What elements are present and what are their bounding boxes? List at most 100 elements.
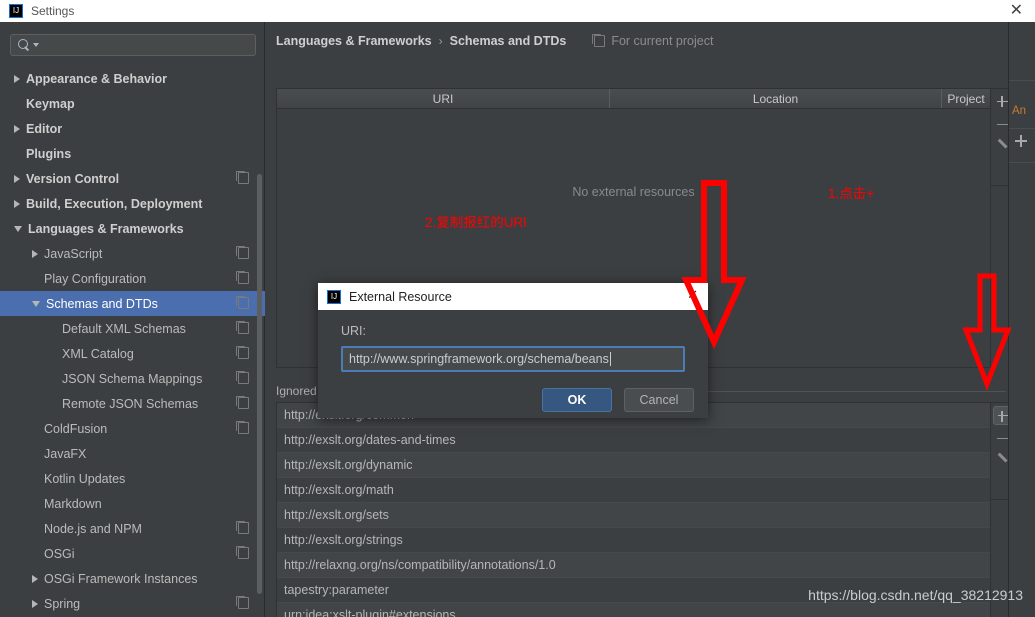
sidebar-item-label: Appearance & Behavior	[26, 71, 168, 86]
sidebar-item-javascript[interactable]: JavaScript	[0, 241, 265, 266]
uri-label: URI:	[341, 324, 366, 338]
sidebar-item-kotlin-updates[interactable]: Kotlin Updates	[0, 466, 265, 491]
sidebar-item-keymap[interactable]: Keymap	[0, 91, 265, 116]
intellij-idea-icon	[9, 4, 23, 18]
sidebar-item-javafx[interactable]: JavaFX	[0, 441, 265, 466]
chevron-down-icon[interactable]	[14, 225, 22, 232]
table-row[interactable]: http://exslt.org/sets	[277, 503, 990, 528]
text-caret	[609, 352, 611, 366]
sidebar-item-label: JavaFX	[44, 446, 87, 461]
copy-icon	[236, 171, 249, 184]
scope-indicator: For current project	[592, 34, 714, 48]
table-row[interactable]: http://exslt.org/strings	[277, 528, 990, 553]
uri-input[interactable]: http://www.springframework.org/schema/be…	[341, 346, 685, 372]
window-title-bar: Settings ✕	[0, 0, 1035, 22]
dialog-buttons: OK Cancel	[542, 388, 694, 412]
sidebar-item-label: Editor	[26, 121, 63, 136]
column-header-project[interactable]: Project	[942, 89, 990, 108]
sidebar-item-schemas-and-dtds[interactable]: Schemas and DTDs	[0, 291, 265, 316]
sidebar-item-label: Play Configuration	[44, 271, 147, 286]
ignored-uri-cell: tapestry:parameter	[284, 583, 389, 597]
table-row[interactable]: http://relaxng.org/ns/compatibility/anno…	[277, 553, 990, 578]
right-edge-partial-text: An	[1012, 105, 1027, 117]
sidebar-item-label: JavaScript	[44, 246, 103, 261]
sidebar-item-languages-frameworks[interactable]: Languages & Frameworks	[0, 216, 265, 241]
sidebar-item-label: Remote JSON Schemas	[62, 396, 199, 411]
copy-icon	[236, 596, 249, 609]
scope-label: For current project	[611, 34, 714, 48]
breadcrumb-separator-icon: ›	[438, 34, 443, 48]
dialog-close-icon[interactable]: ✕	[687, 287, 698, 303]
column-header-location[interactable]: Location	[610, 89, 942, 108]
sidebar-item-build-execution-deployment[interactable]: Build, Execution, Deployment	[0, 191, 265, 216]
sidebar-item-appearance-behavior[interactable]: Appearance & Behavior	[0, 66, 265, 91]
right-edge-plus-icon[interactable]	[1014, 134, 1028, 148]
chevron-down-icon[interactable]	[33, 43, 39, 47]
ignored-uri-cell: http://exslt.org/strings	[284, 533, 403, 547]
settings-window: Settings ✕ Appearance & Behavior Keymap Ed…	[0, 0, 1035, 617]
sidebar-item-label: Node.js and NPM	[44, 521, 142, 536]
sidebar-item-coldfusion[interactable]: ColdFusion	[0, 416, 265, 441]
ignored-uri-cell: http://exslt.org/sets	[284, 508, 389, 522]
copy-icon	[236, 246, 249, 259]
sidebar-item-spring[interactable]: Spring	[0, 591, 265, 616]
sidebar-item-json-schema-mappings[interactable]: JSON Schema Mappings	[0, 366, 265, 391]
copy-icon	[236, 296, 249, 309]
table-row[interactable]: http://exslt.org/dynamic	[277, 453, 990, 478]
external-resource-dialog: External Resource ✕ URI: http://www.spri…	[318, 283, 708, 418]
sidebar-item-label: OSGi	[44, 546, 75, 561]
annotation-step1: 1.点击+	[828, 186, 875, 201]
chevron-right-icon[interactable]	[32, 249, 38, 258]
copy-icon	[236, 421, 249, 434]
sidebar-item-plugins[interactable]: Plugins	[0, 141, 265, 166]
chevron-right-icon[interactable]	[32, 599, 38, 608]
sidebar-item-osgi[interactable]: OSGi	[0, 541, 265, 566]
sidebar-item-label: Schemas and DTDs	[46, 296, 158, 311]
ok-button[interactable]: OK	[542, 388, 612, 412]
sidebar-item-label: JSON Schema Mappings	[62, 371, 203, 386]
dialog-title: External Resource	[349, 289, 452, 304]
sidebar-item-label: Version Control	[26, 171, 120, 186]
cancel-button[interactable]: Cancel	[624, 388, 694, 412]
chevron-right-icon[interactable]	[14, 174, 20, 183]
dialog-body: URI: http://www.springframework.org/sche…	[318, 310, 708, 418]
sidebar-item-play-configuration[interactable]: Play Configuration	[0, 266, 265, 291]
copy-icon	[236, 371, 249, 384]
sidebar-item-label: Languages & Frameworks	[28, 221, 184, 236]
sidebar-item-label: Kotlin Updates	[44, 471, 126, 486]
table-row[interactable]: urn:idea:xslt-plugin#extensions	[277, 603, 990, 617]
sidebar-item-editor[interactable]: Editor	[0, 116, 265, 141]
copy-icon	[236, 396, 249, 409]
chevron-down-icon[interactable]	[32, 300, 40, 307]
breadcrumb-parent[interactable]: Languages & Frameworks	[276, 34, 432, 48]
chevron-right-icon[interactable]	[14, 199, 20, 208]
table-row[interactable]: http://exslt.org/math	[277, 478, 990, 503]
ignored-uri-cell: http://relaxng.org/ns/compatibility/anno…	[284, 558, 556, 572]
chevron-right-icon[interactable]	[14, 124, 20, 133]
copy-icon	[236, 321, 249, 334]
dialog-title-bar: External Resource ✕	[318, 283, 708, 310]
chevron-right-icon[interactable]	[14, 74, 20, 83]
annotation-step2: 2.复制报红的URl	[425, 215, 527, 230]
sidebar-item-label: OSGi Framework Instances	[44, 571, 198, 586]
uri-input-value: http://www.springframework.org/schema/be…	[349, 352, 609, 366]
sidebar-scrollbar[interactable]	[257, 174, 262, 594]
sidebar-item-xml-catalog[interactable]: XML Catalog	[0, 341, 265, 366]
ignored-uri-cell: http://exslt.org/dates-and-times	[284, 433, 456, 447]
chevron-right-icon[interactable]	[32, 574, 38, 583]
sidebar-item-default-xml-schemas[interactable]: Default XML Schemas	[0, 316, 265, 341]
sidebar-item-remote-json-schemas[interactable]: Remote JSON Schemas	[0, 391, 265, 416]
copy-icon	[592, 34, 606, 47]
close-icon[interactable]: ✕	[1010, 2, 1023, 20]
column-header-uri[interactable]: URI	[277, 89, 610, 108]
search-input[interactable]	[10, 34, 256, 56]
sidebar-item-node-js-and-npm[interactable]: Node.js and NPM	[0, 516, 265, 541]
sidebar-item-markdown[interactable]: Markdown	[0, 491, 265, 516]
breadcrumb-current: Schemas and DTDs	[449, 34, 567, 48]
copy-icon	[236, 346, 249, 359]
table-row[interactable]: http://exslt.org/dates-and-times	[277, 428, 990, 453]
sidebar-item-osgi-framework-instances[interactable]: OSGi Framework Instances	[0, 566, 265, 591]
sidebar-item-label: Keymap	[26, 96, 75, 111]
sidebar-item-version-control[interactable]: Version Control	[0, 166, 265, 191]
copy-icon	[236, 271, 249, 284]
